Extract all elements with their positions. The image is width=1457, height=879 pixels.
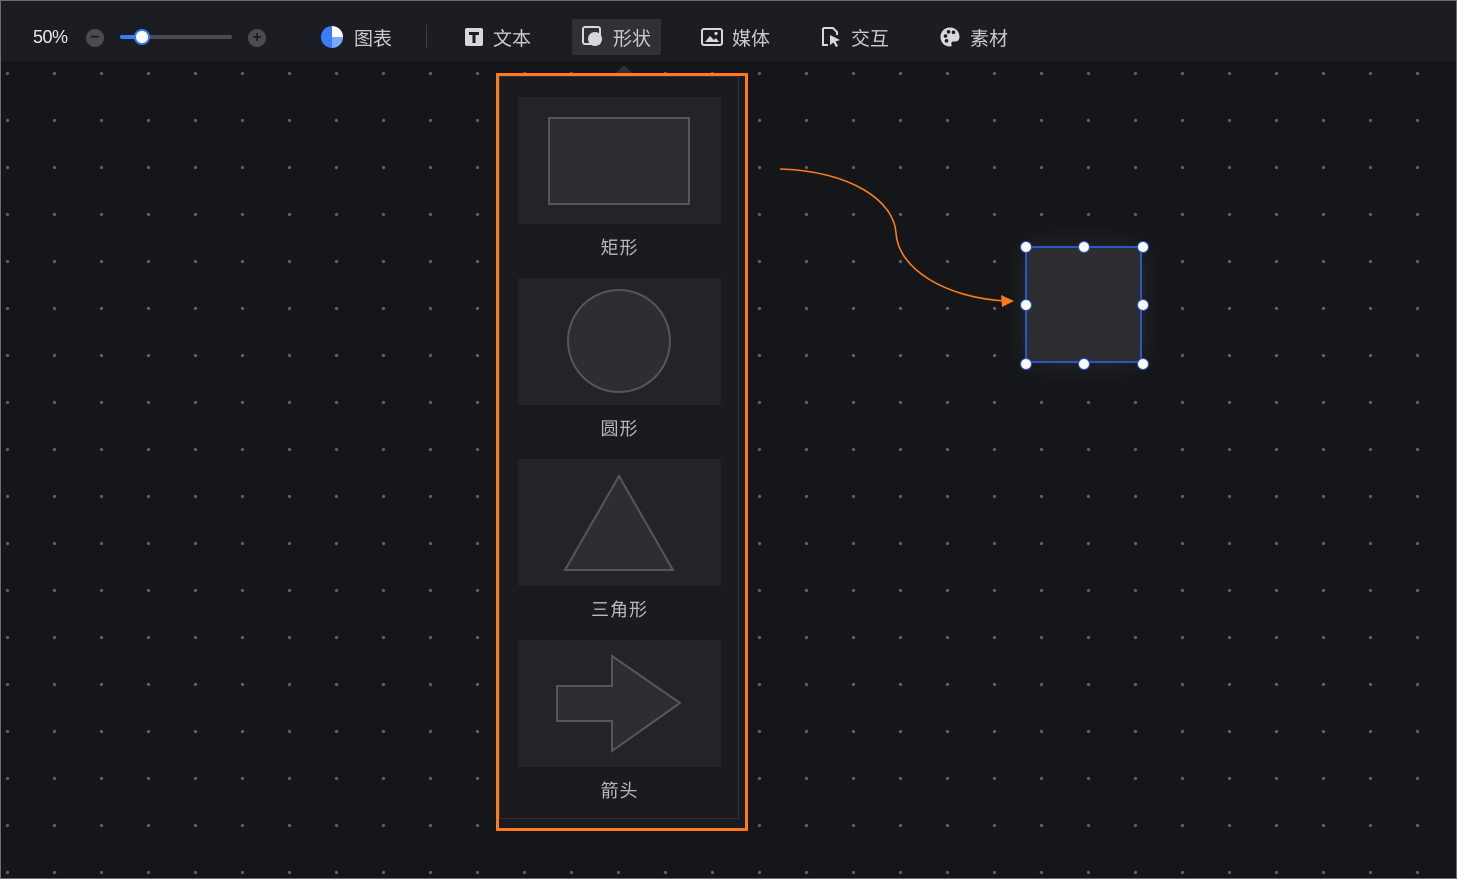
tool-assets-label: 素材 — [970, 28, 1009, 50]
rectangle-label: 矩形 — [600, 238, 639, 258]
tool-interaction-label: 交互 — [851, 28, 890, 50]
shape-option-rectangle[interactable]: 矩形 — [518, 97, 721, 260]
arrow-label: 箭头 — [600, 781, 639, 801]
resize-handle-left[interactable] — [1020, 299, 1032, 311]
toolbar-divider — [426, 25, 427, 49]
tool-text[interactable]: 文本 — [454, 19, 541, 55]
resize-handle-bottom-right[interactable] — [1137, 358, 1149, 370]
circle-preview[interactable] — [518, 278, 721, 405]
arrow-preview[interactable] — [518, 640, 721, 767]
shapes-dropdown-panel: 矩形 圆形 三角形 箭头 — [496, 73, 748, 831]
tool-shape-label: 形状 — [613, 28, 652, 50]
palette-icon — [940, 27, 960, 47]
shape-option-triangle[interactable]: 三角形 — [518, 459, 721, 622]
cursor-click-icon — [822, 27, 840, 47]
rectangle-preview[interactable] — [518, 97, 721, 224]
selected-rectangle-shape[interactable] — [1025, 246, 1142, 363]
resize-handle-bottom-left[interactable] — [1020, 358, 1032, 370]
zoom-slider[interactable] — [120, 29, 232, 45]
zoom-in-icon[interactable]: + — [248, 29, 266, 47]
tool-chart-label: 图表 — [354, 28, 393, 50]
zoom-slider-handle[interactable] — [134, 29, 150, 45]
pie-chart-icon — [321, 26, 343, 48]
tool-text-label: 文本 — [493, 28, 532, 50]
shape-icon — [582, 26, 602, 46]
resize-handle-right[interactable] — [1137, 299, 1149, 311]
text-icon — [465, 28, 483, 46]
resize-handle-top-left[interactable] — [1020, 241, 1032, 253]
image-icon — [701, 28, 723, 46]
triangle-preview[interactable] — [518, 459, 721, 586]
tool-chart[interactable]: 图表 — [309, 19, 402, 55]
circle-label: 圆形 — [600, 419, 639, 439]
resize-handle-bottom[interactable] — [1078, 358, 1090, 370]
tool-media[interactable]: 媒体 — [691, 19, 780, 55]
editor-window: 50% − + 图表 文本 形状 媒体 交互 素材 矩形 圆形 三角形 箭头 — [0, 0, 1457, 879]
dropdown-pointer — [616, 65, 632, 73]
shape-option-circle[interactable]: 圆形 — [518, 278, 721, 441]
zoom-out-icon[interactable]: − — [86, 29, 104, 47]
tool-media-label: 媒体 — [732, 28, 771, 50]
shape-option-arrow[interactable]: 箭头 — [518, 640, 721, 803]
resize-handle-top[interactable] — [1078, 241, 1090, 253]
arrow-shape-icon — [556, 654, 682, 753]
circle-shape-icon — [567, 289, 671, 393]
tool-shape[interactable]: 形状 — [572, 19, 662, 55]
tool-assets[interactable]: 素材 — [929, 19, 1018, 55]
tool-interaction[interactable]: 交互 — [810, 19, 899, 55]
rectangle-shape-icon — [548, 117, 690, 205]
zoom-level-label: 50% — [33, 27, 68, 47]
triangle-shape-icon — [563, 473, 675, 571]
resize-handle-top-right[interactable] — [1137, 241, 1149, 253]
triangle-label: 三角形 — [591, 600, 648, 620]
top-toolbar: 50% − + 图表 文本 形状 媒体 交互 素材 — [1, 1, 1456, 61]
